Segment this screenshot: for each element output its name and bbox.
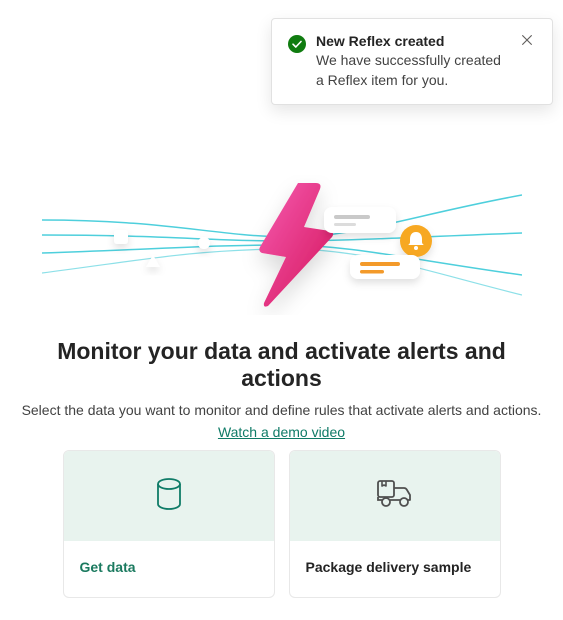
get-data-card[interactable]: Get data [63,450,275,598]
toast-message: We have successfully created a Reflex it… [316,51,510,90]
get-data-card-label: Get data [64,541,274,597]
toast-body: New Reflex created We have successfully … [316,33,510,90]
get-data-card-icon-area [64,451,274,541]
page-subtitle: Select the data you want to monitor and … [14,402,549,418]
toast-title: New Reflex created [316,33,510,49]
watch-demo-link[interactable]: Watch a demo video [218,424,345,440]
close-icon[interactable] [520,33,536,49]
sample-card-icon-area [290,451,500,541]
page-title: Monitor your data and activate alerts an… [14,338,549,392]
landing-content: Monitor your data and activate alerts an… [0,338,563,442]
action-cards: Get data Package delivery sample [0,450,563,598]
package-delivery-sample-card[interactable]: Package delivery sample [289,450,501,598]
delivery-truck-icon [375,478,415,515]
success-icon [288,35,306,53]
toast-notification: New Reflex created We have successfully … [271,18,553,105]
sample-card-label: Package delivery sample [290,541,500,597]
database-icon [154,477,184,516]
hero-illustration [0,175,563,315]
